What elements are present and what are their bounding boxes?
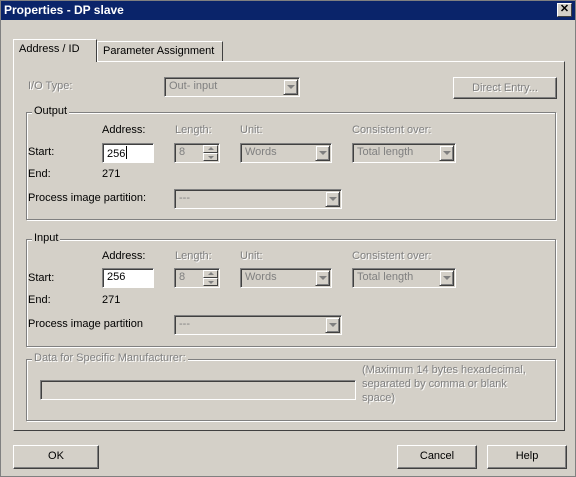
manufacturer-hint-line3: space): [362, 392, 396, 404]
cancel-button[interactable]: Cancel: [397, 445, 477, 469]
spin-up-icon[interactable]: [203, 145, 218, 153]
output-start-address-input[interactable]: 256: [102, 143, 154, 163]
title-bar[interactable]: Properties - DP slave ✕: [1, 1, 575, 20]
chevron-down-icon[interactable]: [439, 270, 454, 286]
input-length-header: Length:: [175, 250, 212, 262]
output-partition-value: ---: [179, 192, 190, 204]
output-unit-value: Words: [245, 146, 277, 158]
input-unit-header: Unit:: [240, 250, 263, 262]
chevron-down-icon[interactable]: [315, 145, 330, 161]
chevron-down-icon[interactable]: [325, 317, 340, 333]
tab-parameter-assignment[interactable]: Parameter Assignment: [97, 41, 223, 61]
output-consistent-value: Total length: [357, 146, 414, 158]
tab-address-id[interactable]: Address / ID: [13, 39, 97, 62]
manufacturer-group-label: Data for Specific Manufacturer:: [32, 352, 188, 364]
input-end-value: 271: [102, 294, 121, 306]
input-length-spin[interactable]: [203, 270, 218, 286]
output-start-value: 256: [107, 148, 126, 160]
output-consistent-header: Consistent over:: [352, 124, 432, 136]
chevron-down-icon[interactable]: [283, 79, 298, 95]
ok-button[interactable]: OK: [13, 445, 99, 469]
output-partition-select[interactable]: ---: [174, 189, 342, 209]
io-type-label: I/O Type:: [28, 80, 73, 92]
text-cursor: [126, 146, 128, 159]
output-length-stepper[interactable]: 8: [174, 143, 220, 163]
output-length-spin[interactable]: [203, 145, 218, 161]
manufacturer-data-input[interactable]: [40, 380, 356, 400]
close-button[interactable]: ✕: [557, 3, 572, 17]
tab-address-id-label: Address / ID: [19, 43, 80, 55]
input-unit-value: Words: [245, 271, 277, 283]
input-address-header: Address:: [102, 250, 146, 262]
window-title: Properties - DP slave: [4, 3, 124, 17]
input-consistent-value: Total length: [357, 271, 414, 283]
input-start-value: 256: [107, 271, 126, 283]
input-partition-select[interactable]: ---: [174, 315, 342, 335]
chevron-down-icon[interactable]: [439, 145, 454, 161]
cancel-label: Cancel: [419, 450, 455, 462]
input-length-value: 8: [179, 271, 186, 283]
output-partition-label: Process image partition:: [28, 192, 146, 204]
spin-up-icon[interactable]: [203, 270, 218, 278]
output-consistent-select[interactable]: Total length: [352, 143, 456, 163]
input-group-label: Input: [32, 232, 61, 244]
manufacturer-hint-line2: separated by comma or blank: [362, 378, 507, 390]
input-consistent-header: Consistent over:: [352, 250, 432, 262]
output-unit-header: Unit:: [240, 124, 263, 136]
input-start-address-input[interactable]: 256: [102, 268, 154, 288]
spin-down-icon[interactable]: [203, 153, 218, 161]
output-unit-select[interactable]: Words: [240, 143, 332, 163]
io-type-value: Out- input: [169, 80, 218, 92]
output-group-label: Output: [32, 105, 70, 117]
manufacturer-hint-line1: (Maximum 14 bytes hexadecimal,: [362, 364, 526, 376]
output-end-value: 271: [102, 168, 121, 180]
output-length-header: Length:: [175, 124, 212, 136]
input-unit-select[interactable]: Words: [240, 268, 332, 288]
close-icon: ✕: [559, 3, 570, 15]
direct-entry-button[interactable]: Direct Entry...: [453, 77, 557, 99]
direct-entry-label: Direct Entry...: [472, 82, 538, 94]
help-label: Help: [515, 450, 539, 462]
output-address-header: Address:: [102, 124, 146, 136]
help-button[interactable]: Help: [487, 445, 567, 469]
chevron-down-icon[interactable]: [315, 270, 330, 286]
input-length-stepper[interactable]: 8: [174, 268, 220, 288]
io-type-select[interactable]: Out- input: [164, 77, 300, 97]
chevron-down-icon[interactable]: [325, 191, 340, 207]
input-consistent-select[interactable]: Total length: [352, 268, 456, 288]
tab-panel-address-id: I/O Type: Out- input Direct Entry... Out…: [13, 61, 565, 431]
output-length-value: 8: [179, 146, 186, 158]
input-partition-value: ---: [179, 318, 190, 330]
properties-dialog: Properties - DP slave ✕ Address / ID Par…: [0, 0, 576, 477]
input-partition-label: Process image partition: [28, 318, 143, 330]
ok-label: OK: [48, 450, 64, 462]
output-end-label: End:: [28, 168, 51, 180]
tab-parameter-assignment-label: Parameter Assignment: [103, 45, 215, 57]
output-start-label: Start:: [28, 146, 55, 158]
input-start-label: Start:: [28, 272, 55, 284]
input-end-label: End:: [28, 294, 51, 306]
spin-down-icon[interactable]: [203, 278, 218, 286]
